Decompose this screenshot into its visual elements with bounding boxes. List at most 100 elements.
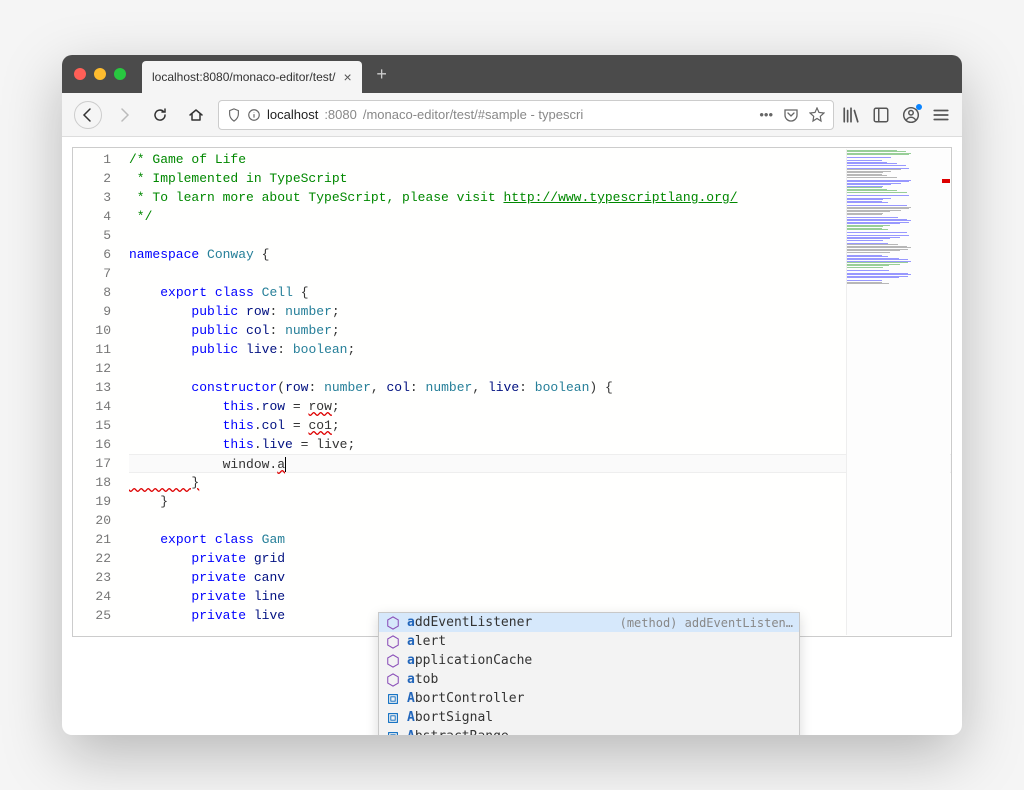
code-line[interactable]: } [129, 492, 951, 511]
browser-toolbar: localhost:8080/monaco-editor/test/#sampl… [62, 93, 962, 137]
line-number: 12 [73, 359, 111, 378]
method-icon [385, 615, 401, 631]
close-window-button[interactable] [74, 68, 86, 80]
line-number: 5 [73, 226, 111, 245]
code-line[interactable]: /* Game of Life [129, 150, 951, 169]
minimap[interactable] [846, 149, 950, 635]
code-line[interactable]: public col: number; [129, 321, 951, 340]
suggest-label: AbortController [407, 691, 524, 706]
suggest-item[interactable]: AbortSignal [379, 708, 799, 727]
browser-tab[interactable]: localhost:8080/monaco-editor/test/ × [142, 61, 362, 93]
variable-icon [385, 691, 401, 707]
traffic-lights [74, 68, 126, 80]
suggest-detail: (method) addEventListen… [620, 616, 793, 630]
suggest-widget[interactable]: addEventListener (method) addEventListen…… [378, 612, 800, 735]
page-content: 1234567891011121314151617181920212223242… [62, 137, 962, 735]
suggest-label: applicationCache [407, 653, 532, 668]
suggest-item[interactable]: addEventListener (method) addEventListen… [379, 613, 799, 632]
code-line[interactable]: public live: boolean; [129, 340, 951, 359]
code-line[interactable]: this.col = co1; [129, 416, 951, 435]
suggest-item[interactable]: atob [379, 670, 799, 689]
account-icon[interactable] [902, 106, 920, 124]
library-icon[interactable] [842, 106, 860, 124]
code-line[interactable]: window.a [129, 454, 951, 473]
line-number: 7 [73, 264, 111, 283]
new-tab-button[interactable]: + [368, 60, 396, 88]
line-number: 11 [73, 340, 111, 359]
monaco-editor[interactable]: 1234567891011121314151617181920212223242… [72, 147, 952, 637]
reload-button[interactable] [146, 101, 174, 129]
line-number: 4 [73, 207, 111, 226]
suggest-label: addEventListener [407, 615, 532, 630]
maximize-window-button[interactable] [114, 68, 126, 80]
code-line[interactable]: * To learn more about TypeScript, please… [129, 188, 951, 207]
code-line[interactable]: export class Gam [129, 530, 951, 549]
home-button[interactable] [182, 101, 210, 129]
titlebar: localhost:8080/monaco-editor/test/ × + [62, 55, 962, 93]
code-line[interactable] [129, 264, 951, 283]
code-area[interactable]: /* Game of Life * Implemented in TypeScr… [129, 148, 951, 636]
browser-window: localhost:8080/monaco-editor/test/ × + l… [62, 55, 962, 735]
menu-icon[interactable] [932, 106, 950, 124]
line-number: 24 [73, 587, 111, 606]
line-number: 21 [73, 530, 111, 549]
suggest-item[interactable]: AbstractRange [379, 727, 799, 735]
code-line[interactable]: public row: number; [129, 302, 951, 321]
line-number: 6 [73, 245, 111, 264]
tab-title: localhost:8080/monaco-editor/test/ [152, 70, 335, 84]
method-icon [385, 634, 401, 650]
code-line[interactable]: } [129, 473, 951, 492]
line-number: 18 [73, 473, 111, 492]
code-line[interactable]: namespace Conway { [129, 245, 951, 264]
line-number: 25 [73, 606, 111, 625]
suggest-label: atob [407, 672, 438, 687]
method-icon [385, 672, 401, 688]
close-tab-icon[interactable]: × [343, 69, 351, 85]
line-number: 16 [73, 435, 111, 454]
code-line[interactable] [129, 359, 951, 378]
suggest-label: AbstractRange [407, 729, 509, 735]
variable-icon [385, 710, 401, 726]
code-line[interactable]: export class Cell { [129, 283, 951, 302]
minimize-window-button[interactable] [94, 68, 106, 80]
code-line[interactable]: private line [129, 587, 951, 606]
back-button[interactable] [74, 101, 102, 129]
line-number: 8 [73, 283, 111, 302]
line-number: 19 [73, 492, 111, 511]
code-line[interactable]: private canv [129, 568, 951, 587]
code-line[interactable]: this.row = row; [129, 397, 951, 416]
line-number: 2 [73, 169, 111, 188]
suggest-item[interactable]: applicationCache [379, 651, 799, 670]
line-number: 15 [73, 416, 111, 435]
sidebar-icon[interactable] [872, 106, 890, 124]
line-number: 9 [73, 302, 111, 321]
method-icon [385, 653, 401, 669]
suggest-item[interactable]: alert [379, 632, 799, 651]
code-line[interactable]: constructor(row: number, col: number, li… [129, 378, 951, 397]
code-line[interactable] [129, 226, 951, 245]
suggest-label: AbortSignal [407, 710, 493, 725]
toolbar-right [842, 106, 950, 124]
suggest-item[interactable]: AbortController [379, 689, 799, 708]
url-bar[interactable]: localhost:8080/monaco-editor/test/#sampl… [218, 100, 834, 130]
line-number: 14 [73, 397, 111, 416]
minimap-error-marker [942, 179, 950, 183]
forward-button[interactable] [110, 101, 138, 129]
line-gutter: 1234567891011121314151617181920212223242… [73, 148, 129, 636]
line-number: 10 [73, 321, 111, 340]
code-line[interactable]: private grid [129, 549, 951, 568]
shield-icon [227, 108, 241, 122]
pocket-icon[interactable] [783, 107, 799, 123]
code-line[interactable] [129, 511, 951, 530]
url-actions: ••• [759, 107, 825, 123]
code-line[interactable]: this.live = live; [129, 435, 951, 454]
code-line[interactable]: * Implemented in TypeScript [129, 169, 951, 188]
code-line[interactable]: */ [129, 207, 951, 226]
line-number: 23 [73, 568, 111, 587]
line-number: 20 [73, 511, 111, 530]
bookmark-star-icon[interactable] [809, 107, 825, 123]
line-number: 3 [73, 188, 111, 207]
variable-icon [385, 729, 401, 736]
line-number: 17 [73, 454, 111, 473]
page-actions-icon[interactable]: ••• [759, 107, 773, 123]
